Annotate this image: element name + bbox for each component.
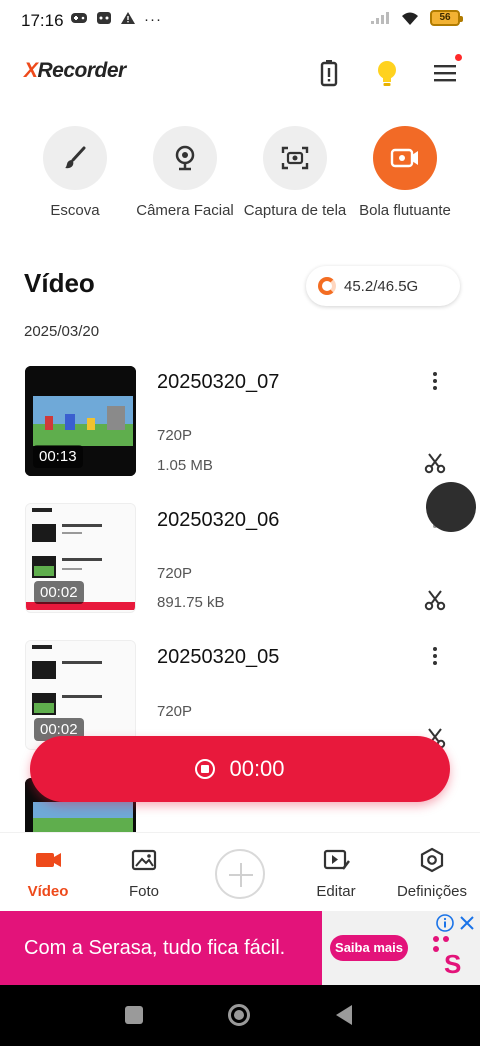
photo-icon	[131, 849, 157, 871]
battery-level: 56	[439, 12, 451, 23]
menu-button[interactable]	[432, 54, 462, 88]
date-header: 2025/03/20	[24, 323, 100, 340]
nav-settings[interactable]: Definições	[384, 847, 480, 900]
nav-settings-label: Definições	[396, 883, 468, 900]
app-logo: XRecorder	[24, 59, 126, 82]
video-duration: 00:02	[34, 581, 84, 604]
signal-icon	[371, 12, 389, 24]
wifi-icon	[402, 12, 418, 25]
warning-icon	[121, 12, 135, 24]
video-duration: 00:13	[33, 445, 83, 468]
video-thumbnail[interactable]: 00:13	[25, 366, 136, 476]
add-icon[interactable]	[215, 849, 265, 899]
hamburger-menu-icon	[434, 65, 456, 82]
video-resolution: 720P	[157, 427, 193, 444]
battery-optimize-icon[interactable]	[314, 58, 344, 88]
tool-screenshot-circle	[263, 126, 327, 190]
more-options-icon[interactable]	[429, 645, 441, 667]
tool-brush-label: Escova	[50, 202, 100, 219]
status-time: 17:16	[21, 11, 64, 30]
nav-photo[interactable]: Foto	[96, 847, 192, 900]
video-title[interactable]: 20250320_05	[157, 646, 279, 669]
video-size: 1.05 MB	[157, 457, 213, 474]
ad-text: Com a Serasa, tudo fica fácil.	[24, 937, 286, 959]
home-icon[interactable]	[228, 1004, 250, 1026]
back-icon[interactable]	[336, 1005, 352, 1025]
tool-floating-ball-label: Bola flutuante	[359, 202, 451, 219]
more-notifications-icon: ···	[144, 11, 162, 28]
record-button[interactable]: 00:00	[30, 736, 450, 802]
nav-edit-label: Editar	[316, 883, 356, 900]
stop-icon	[195, 759, 216, 779]
tool-screenshot-label: Captura de tela	[243, 202, 347, 219]
floating-ball[interactable]	[426, 482, 476, 532]
storage-ring-icon	[318, 277, 336, 295]
bottom-navigation: Vídeo Foto Editar Definições	[0, 832, 480, 912]
tool-brush[interactable]: Escova	[20, 126, 130, 221]
video-size: 891.75 kB	[157, 594, 225, 611]
tool-floating-ball[interactable]: Bola flutuante	[350, 126, 460, 221]
svg-text:S: S	[444, 949, 461, 979]
battery-icon: 56	[430, 10, 463, 26]
nav-edit[interactable]: Editar	[288, 847, 384, 900]
nav-video[interactable]: Vídeo	[0, 847, 96, 900]
game-icon	[97, 12, 111, 24]
recents-icon[interactable]	[125, 1006, 143, 1024]
scissors-icon[interactable]	[424, 452, 446, 474]
tool-brush-circle	[43, 126, 107, 190]
gamepad-icon	[71, 13, 87, 23]
screenshot-icon	[281, 146, 309, 170]
video-resolution: 720P	[157, 703, 193, 720]
floating-ball-icon	[390, 148, 418, 168]
tool-webcam[interactable]: Câmera Facial	[130, 126, 240, 221]
more-options-icon[interactable]	[429, 370, 441, 392]
tool-screenshot[interactable]: Captura de tela	[240, 126, 350, 221]
storage-indicator[interactable]: 45.2/46.5G	[306, 266, 460, 306]
video-resolution: 720P	[157, 565, 193, 582]
ad-info-icon[interactable]	[436, 914, 454, 932]
status-notification-icons: ···	[70, 11, 162, 28]
notification-dot	[455, 54, 462, 61]
video-title[interactable]: 20250320_07	[157, 371, 279, 394]
status-system-icons: 56	[370, 10, 463, 26]
tool-webcam-label: Câmera Facial	[136, 202, 234, 219]
video-title[interactable]: 20250320_06	[157, 509, 279, 532]
serasa-logo-icon: S	[433, 936, 461, 979]
ad-close-icon[interactable]	[458, 914, 476, 932]
tool-floating-ball-circle	[373, 126, 437, 190]
system-navigation-bar	[0, 985, 480, 1046]
brush-icon	[65, 146, 86, 169]
settings-hex-icon	[420, 847, 444, 873]
storage-text: 45.2/46.5G	[344, 277, 419, 295]
tool-webcam-circle	[153, 126, 217, 190]
status-bar: 17:16 ··· 56	[0, 0, 480, 40]
nav-photo-label: Foto	[128, 883, 159, 900]
ad-banner[interactable]: Com a Serasa, tudo fica fácil. Saiba mai…	[0, 911, 480, 985]
video-thumbnail[interactable]: 00:02	[25, 640, 136, 750]
scissors-icon[interactable]	[424, 589, 446, 611]
webcam-icon	[175, 145, 195, 171]
ad-cta-button[interactable]: Saiba mais	[330, 935, 408, 961]
nav-video-label: Vídeo	[27, 883, 69, 900]
section-title: Vídeo	[24, 268, 95, 298]
edit-video-icon	[323, 849, 350, 870]
video-camera-icon	[36, 853, 61, 867]
video-thumbnail[interactable]: 00:02	[25, 503, 136, 613]
lightbulb-icon[interactable]	[372, 58, 402, 88]
record-timer: 00:00	[229, 756, 285, 781]
